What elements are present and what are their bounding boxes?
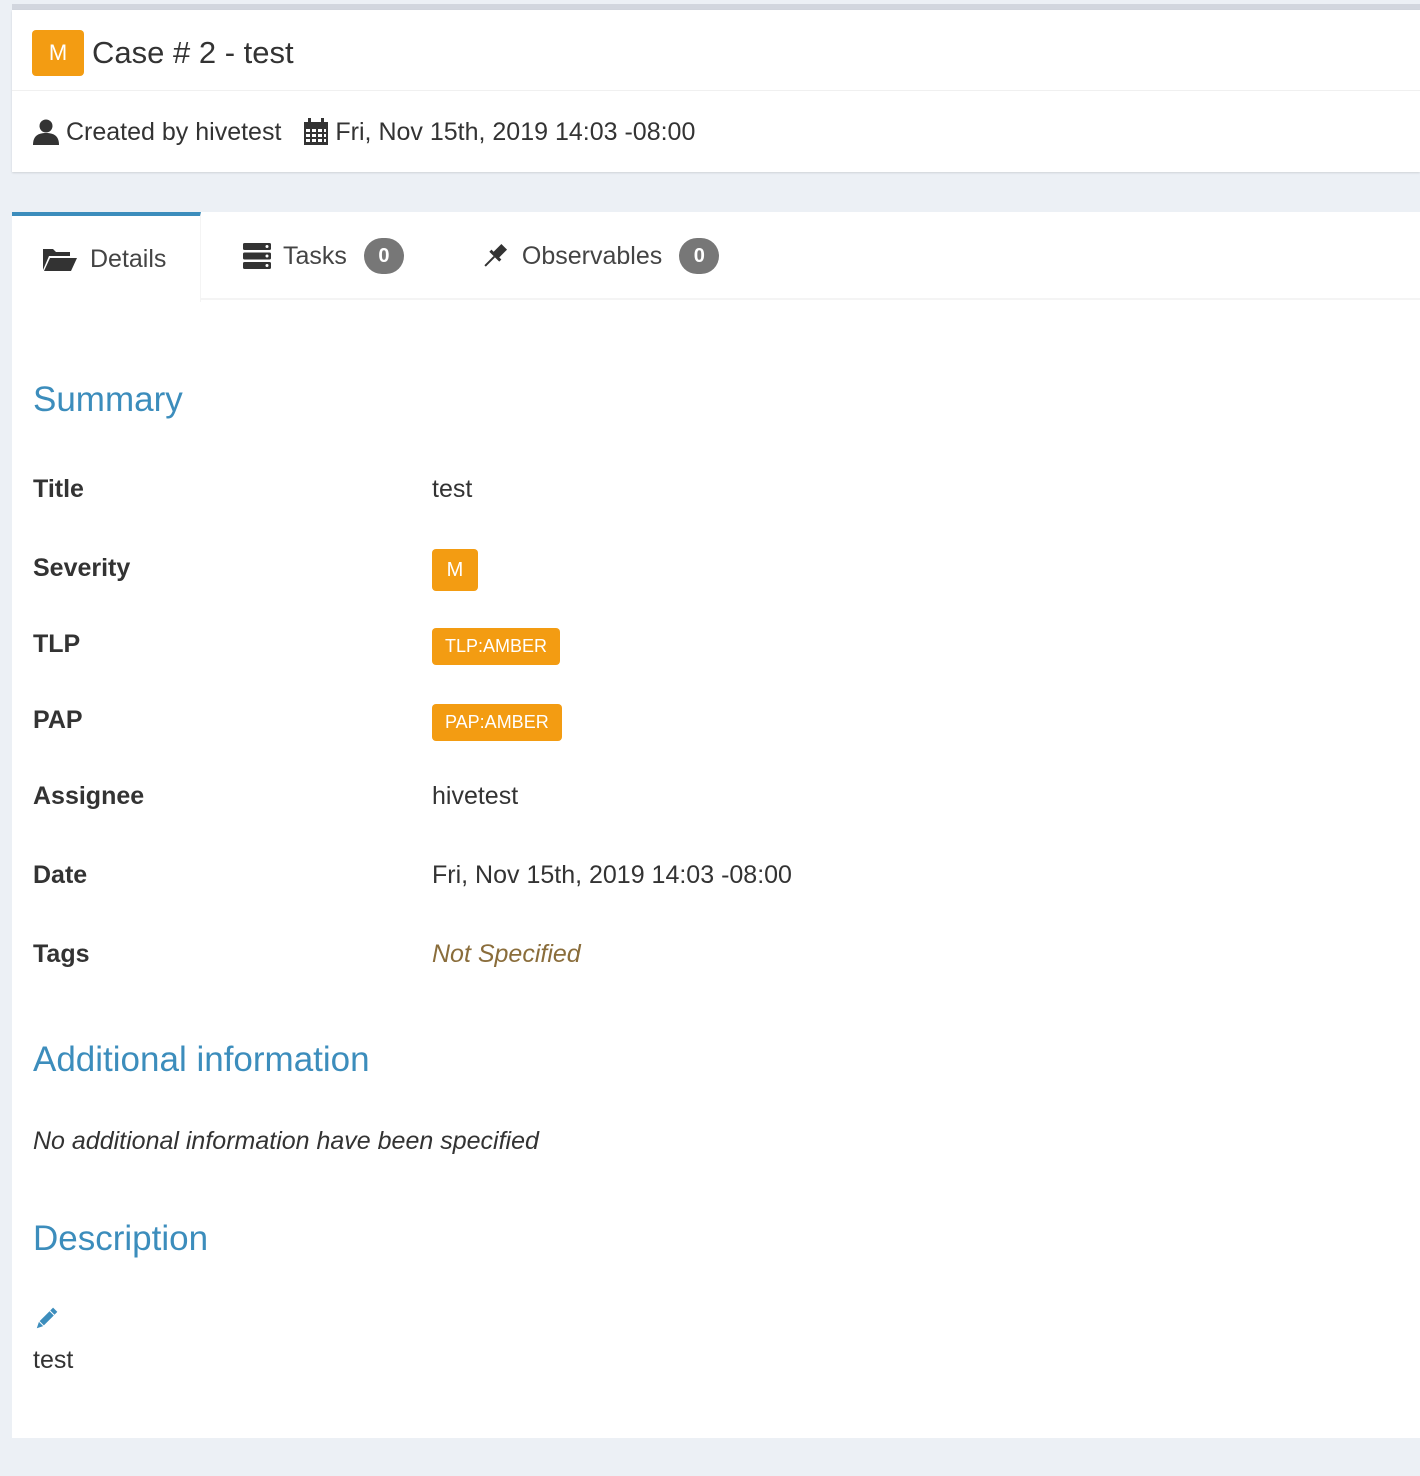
case-header: M Case # 2 - test Created by hivetest Fr… bbox=[12, 10, 1420, 172]
edit-description-icon[interactable] bbox=[33, 1306, 59, 1337]
severity-badge: M bbox=[32, 30, 84, 76]
tab-tasks-label: Tasks bbox=[283, 241, 347, 270]
created-date-text: Fri, Nov 15th, 2019 14:03 -08:00 bbox=[335, 117, 696, 146]
tab-bar: Details Tasks 0 Observables 0 bbox=[12, 212, 1420, 302]
calendar-icon bbox=[303, 118, 329, 146]
case-title: Case # 2 - test bbox=[92, 35, 294, 70]
date-label: Date bbox=[33, 861, 88, 889]
description-text: test bbox=[33, 1346, 74, 1374]
severity-label: Severity bbox=[33, 554, 131, 582]
tags-label: Tags bbox=[33, 940, 90, 968]
tab-tasks[interactable]: Tasks 0 bbox=[201, 212, 434, 300]
tags-value[interactable]: Not Specified bbox=[432, 940, 581, 969]
additional-info-heading: Additional information bbox=[33, 1040, 370, 1079]
case-meta: Created by hivetest Fri, Nov 15th, 2019 … bbox=[32, 114, 695, 150]
tlp-value-wrap: TLP:AMBER bbox=[432, 628, 561, 665]
case-title-row: M Case # 2 - test bbox=[32, 30, 294, 76]
summary-heading: Summary bbox=[33, 380, 183, 419]
tlp-label: TLP bbox=[33, 630, 81, 658]
divider bbox=[12, 90, 1420, 91]
pap-value-wrap: PAP:AMBER bbox=[432, 704, 562, 741]
tab-observables-label: Observables bbox=[521, 241, 663, 270]
title-value: test bbox=[432, 475, 473, 503]
observables-count-badge: 0 bbox=[679, 238, 720, 274]
pap-label: PAP bbox=[33, 706, 83, 734]
tasks-icon bbox=[243, 242, 271, 270]
tab-details-label: Details bbox=[90, 244, 167, 273]
title-label: Title bbox=[33, 475, 84, 503]
date-value[interactable]: Fri, Nov 15th, 2019 14:03 -08:00 bbox=[432, 861, 792, 890]
tasks-count-badge: 0 bbox=[363, 238, 404, 274]
user-icon bbox=[32, 118, 60, 146]
created-by-text: Created by hivetest bbox=[66, 117, 282, 146]
case-content: Details Tasks 0 Observables 0 Summary Ti… bbox=[12, 212, 1420, 1438]
tlp-badge[interactable]: TLP:AMBER bbox=[432, 628, 561, 665]
severity-value-badge[interactable]: M bbox=[432, 549, 478, 591]
assignee-label: Assignee bbox=[33, 782, 145, 810]
tab-details[interactable]: Details bbox=[12, 212, 201, 302]
folder-open-icon bbox=[42, 246, 78, 272]
tab-observables[interactable]: Observables 0 bbox=[434, 212, 749, 300]
pin-icon bbox=[480, 241, 510, 271]
additional-info-note: No additional information have been spec… bbox=[33, 1127, 539, 1155]
description-heading: Description bbox=[33, 1219, 209, 1258]
severity-value-wrap: M bbox=[432, 549, 478, 591]
assignee-value[interactable]: hivetest bbox=[432, 782, 518, 811]
pap-badge[interactable]: PAP:AMBER bbox=[432, 704, 562, 741]
